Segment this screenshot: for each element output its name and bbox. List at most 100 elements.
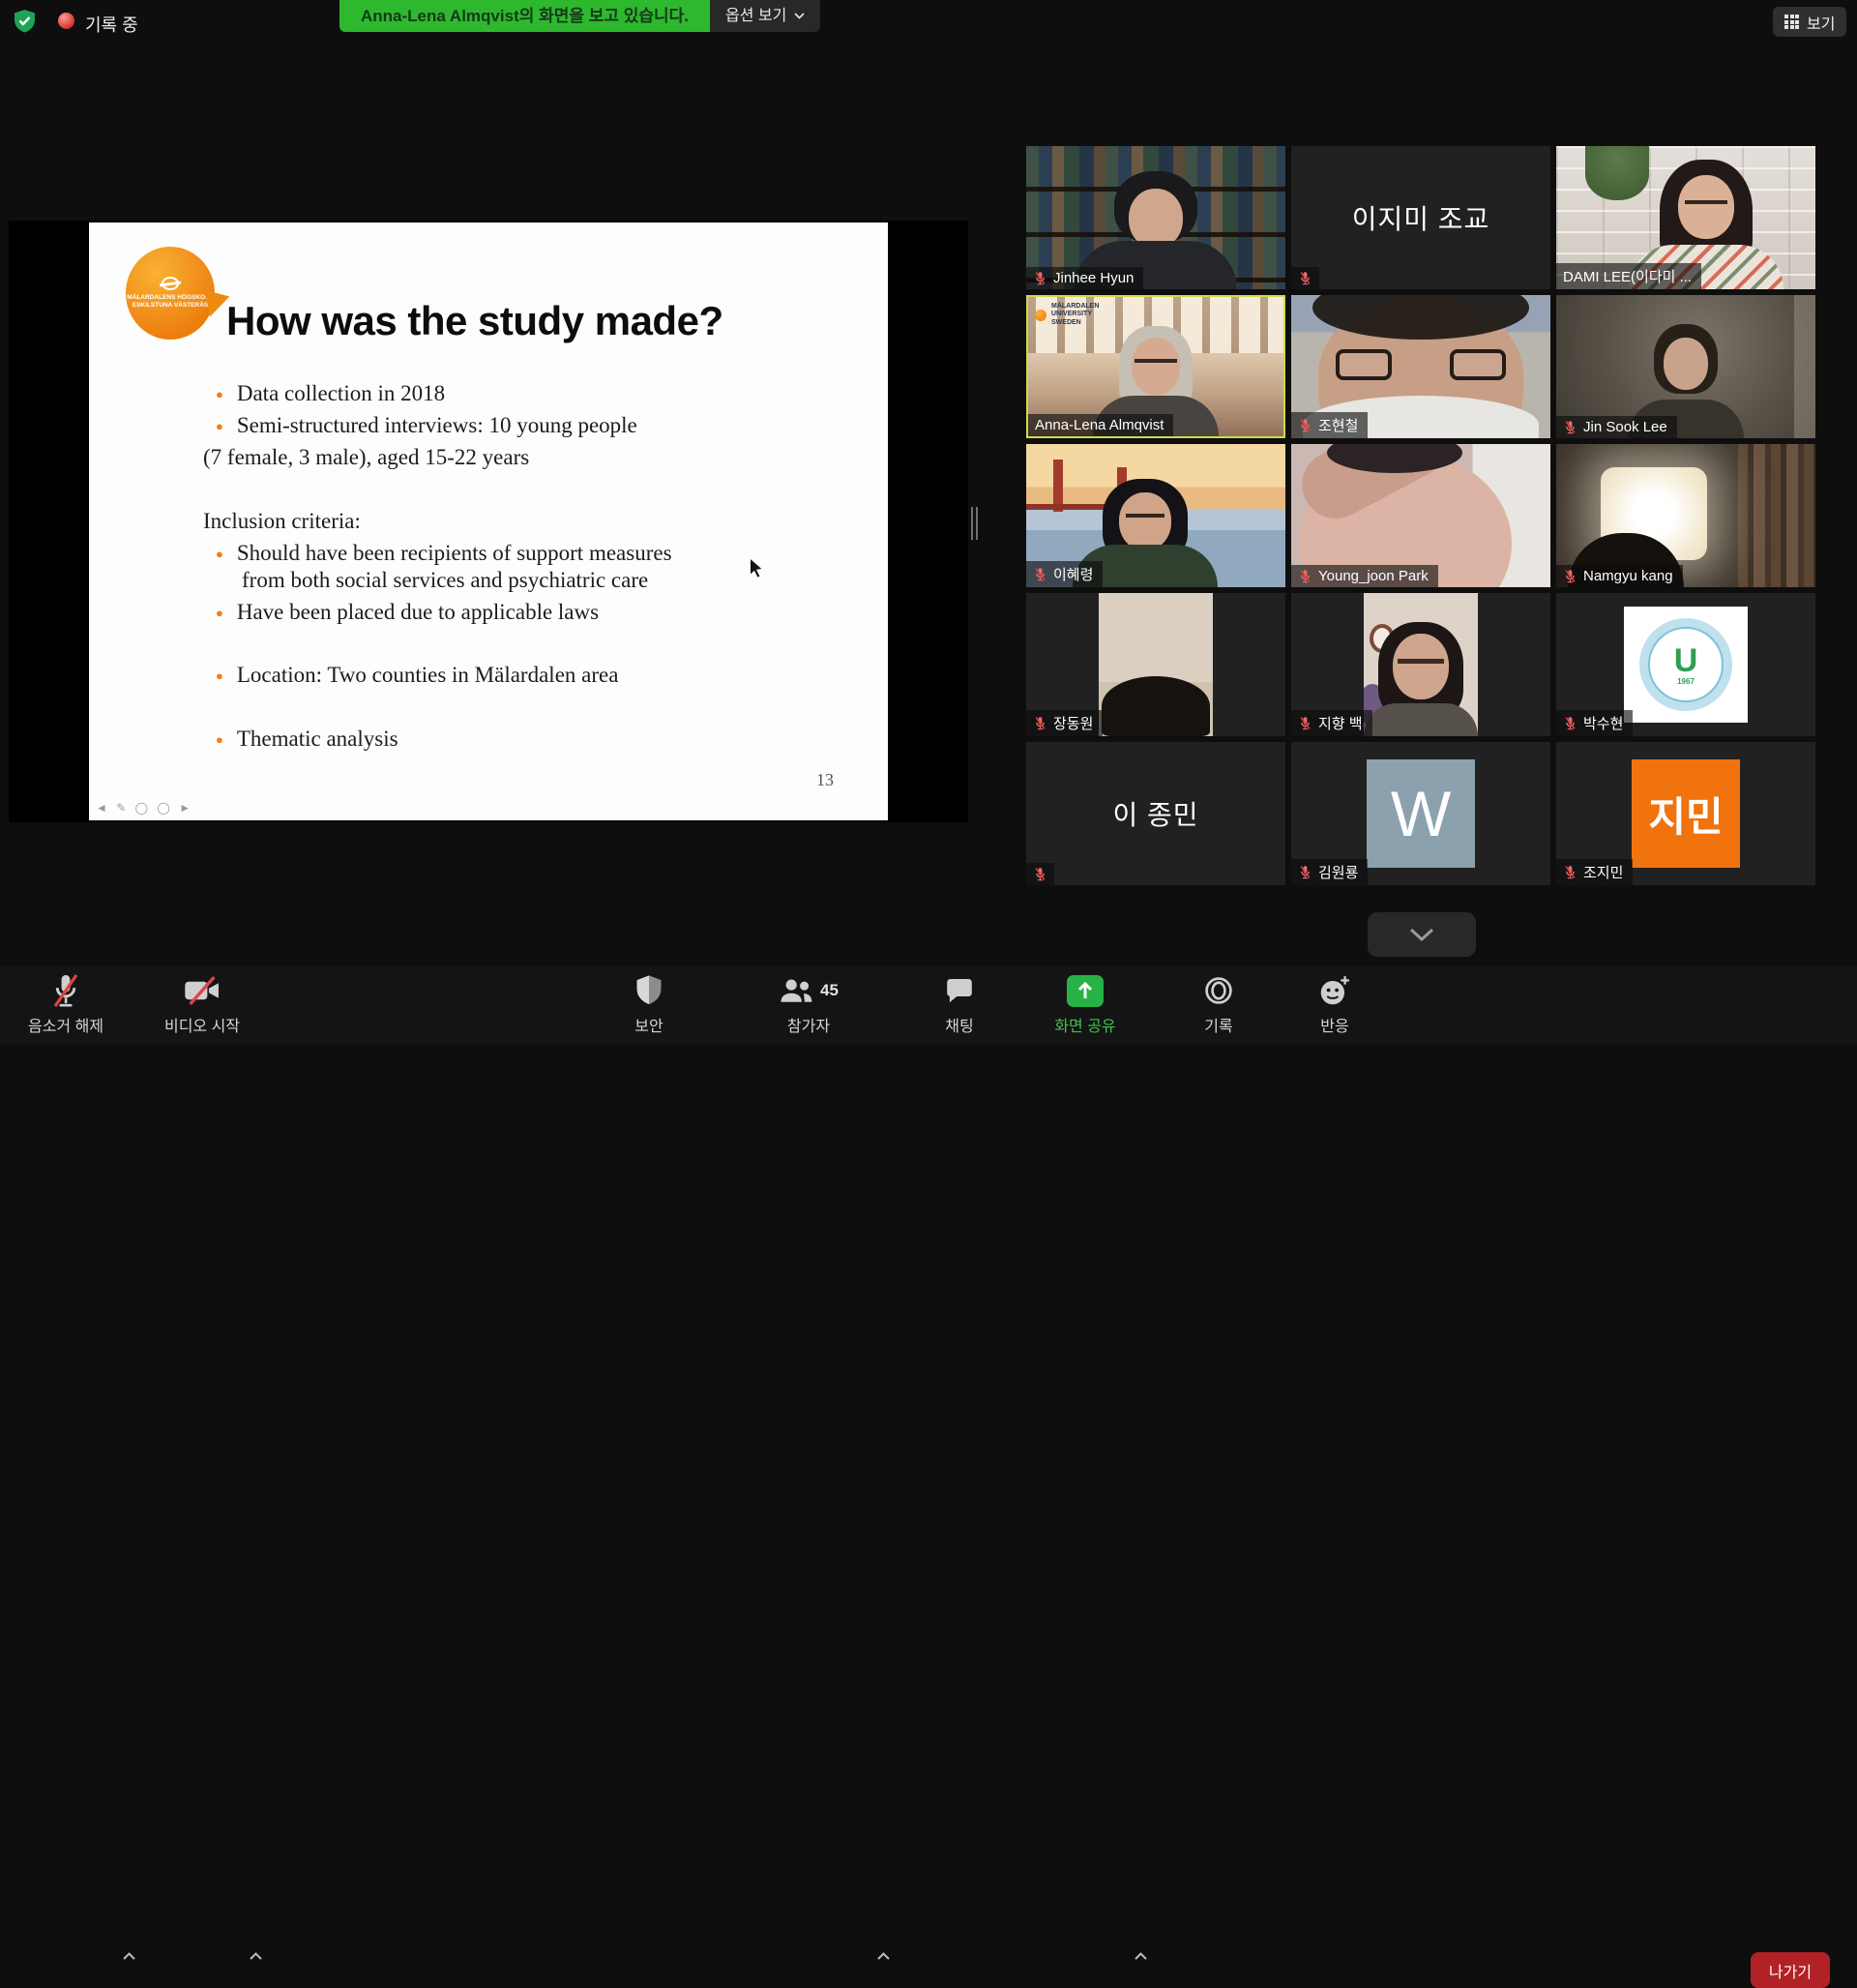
participant-nameplate: 지향 백 [1291, 710, 1372, 736]
muted-mic-icon [1033, 271, 1047, 285]
start-video-button[interactable]: 비디오 시작 [144, 971, 260, 1036]
slide-nav-controls: ◄ ✎ ◯ ◯ ► [96, 801, 193, 815]
participant-nameplate: 조지민 [1556, 859, 1633, 885]
participant-tile-jinhee-hyun[interactable]: Jinhee Hyun [1026, 146, 1285, 289]
university-watermark-text: MÄLARDALEN UNIVERSITY SWEDEN [1051, 303, 1119, 327]
muted-mic-icon [1563, 716, 1577, 730]
unmute-label: 음소거 해제 [28, 1013, 103, 1036]
participant-name: Anna-Lena Almqvist [1035, 417, 1164, 433]
share-screen-button[interactable]: 화면 공유 [1023, 971, 1147, 1036]
muted-mic-icon [1298, 418, 1312, 432]
security-button[interactable]: 보안 [591, 971, 707, 1036]
participant-tile-jangdongwon[interactable]: 장동원 [1026, 593, 1285, 736]
share-screen-icon [1067, 971, 1104, 1010]
record-button[interactable]: 기록 [1161, 971, 1277, 1036]
participant-nameplate: Jin Sook Lee [1556, 416, 1677, 438]
plant-decor [1585, 146, 1649, 200]
participant-name: Jinhee Hyun [1053, 270, 1134, 286]
participant-tile-leejongmin[interactable]: 이 종민 [1026, 742, 1285, 885]
participant-nameplate: DAMI LEE(이다미 ... [1556, 263, 1701, 289]
slide-bullet: Data collection in 2018 [216, 381, 445, 406]
chat-bubble-icon [944, 971, 975, 1010]
logo-text-line1: MÄLARDALENS HÖGSKOLA [127, 294, 214, 302]
participant-name: 장동원 [1053, 713, 1093, 733]
unmute-button[interactable]: 음소거 해제 [8, 971, 124, 1036]
nav-circle-icon: ◯ [157, 801, 172, 815]
muted-mic-icon [1563, 420, 1577, 434]
participant-tile-jin-sook-lee[interactable]: Jin Sook Lee [1556, 295, 1815, 438]
muted-mic-icon [1033, 867, 1047, 881]
slide-bullet: Thematic analysis [216, 727, 398, 752]
participant-tile-anna-lena-active-speaker[interactable]: MÄLARDALEN UNIVERSITY SWEDEN Anna-Lena A… [1026, 295, 1285, 438]
association-logo: U 1967 [1639, 618, 1732, 711]
camera-off-icon [183, 971, 221, 1010]
reactions-button[interactable]: 반응 [1277, 971, 1393, 1036]
muted-mic-icon [1298, 271, 1312, 285]
nav-circle-icon: ◯ [135, 801, 151, 815]
shared-screen-area: MÄLARDALENS HÖGSKOLA ESKILSTUNA VÄSTERÅS… [9, 221, 968, 822]
participant-tile-johyunchul[interactable]: 조현철 [1291, 295, 1550, 438]
recording-indicator-icon [58, 13, 74, 29]
leave-meeting-button[interactable]: 나가기 [1751, 1952, 1830, 1988]
participant-tile-jihyangbaek[interactable]: 지향 백 [1291, 593, 1550, 736]
association-logo-letter: U [1674, 644, 1698, 677]
participant-avatar-text: 지민 [1632, 759, 1740, 868]
participants-button[interactable]: 45 참가자 [741, 971, 876, 1036]
security-shield-icon[interactable] [14, 9, 36, 39]
participant-nameplate: Jinhee Hyun [1026, 267, 1143, 289]
participant-nameplate [1291, 267, 1319, 289]
participant-name: 지향 백 [1318, 713, 1363, 733]
viewing-screen-banner: Anna-Lena Almqvist의 화면을 보고 있습니다. [339, 0, 710, 32]
participant-name: 이혜령 [1053, 564, 1093, 584]
grid-more-participants-button[interactable] [1368, 912, 1476, 957]
participant-tile-jojimin[interactable]: 지민 조지민 [1556, 742, 1815, 885]
muted-mic-icon [1298, 569, 1312, 583]
muted-mic-icon [1033, 567, 1047, 581]
chevron-down-icon [1409, 928, 1434, 941]
chat-button[interactable]: 채팅 [901, 971, 1017, 1036]
participant-nameplate: 박수현 [1556, 710, 1633, 736]
view-options-label: 옵션 보기 [725, 0, 786, 32]
next-slide-icon: ► [179, 801, 193, 815]
logo-text-line2: ESKILSTUNA VÄSTERÅS [133, 302, 209, 310]
muted-mic-icon [1298, 716, 1312, 730]
mic-options-chevron[interactable] [122, 1948, 136, 1966]
participant-name: DAMI LEE(이다미 ... [1563, 266, 1692, 286]
mic-muted-icon [48, 971, 83, 1010]
video-options-chevron[interactable] [249, 1948, 263, 1966]
participants-label: 참가자 [787, 1013, 830, 1036]
recording-label: 기록 중 [85, 12, 138, 37]
view-options-button[interactable]: 옵션 보기 [710, 0, 820, 32]
participant-nameplate: Young_joon Park [1291, 565, 1438, 587]
muted-mic-icon [1033, 716, 1047, 730]
participant-tile-dami-lee[interactable]: DAMI LEE(이다미 ... [1556, 146, 1815, 289]
participant-display-name: 이 종민 [1026, 742, 1285, 885]
participant-tile-namgyu-kang[interactable]: Namgyu kang [1556, 444, 1815, 587]
prev-slide-icon: ◄ [96, 801, 110, 815]
slide-bullet: Should have been recipients of support m… [216, 541, 672, 566]
participant-nameplate: Namgyu kang [1556, 565, 1683, 587]
participant-grid: Jinhee Hyun 이지미 조교 DAMI LEE(이다미 ... MÄLA… [1026, 146, 1815, 885]
view-layout-button[interactable]: 보기 [1773, 7, 1846, 37]
chevron-down-icon [794, 13, 805, 19]
meeting-toolbar: 음소거 해제 비디오 시작 보안 45 참가자 채팅 [0, 965, 1857, 1045]
muted-mic-icon [1298, 865, 1312, 879]
participants-options-chevron[interactable] [876, 1948, 891, 1966]
participant-tile-kimwonryong[interactable]: W 김원룡 [1291, 742, 1550, 885]
participant-tile-ljimi[interactable]: 이지미 조교 [1291, 146, 1550, 289]
share-options-chevron[interactable] [1134, 1948, 1148, 1966]
participant-display-name: 이지미 조교 [1291, 146, 1550, 289]
presentation-slide: MÄLARDALENS HÖGSKOLA ESKILSTUNA VÄSTERÅS… [89, 223, 888, 820]
association-logo-year: 1967 [1674, 677, 1698, 686]
participant-tile-lhyeryeong[interactable]: 이혜령 [1026, 444, 1285, 587]
security-label: 보안 [634, 1013, 663, 1036]
slide-title: How was the study made? [226, 298, 723, 344]
participant-name: Jin Sook Lee [1583, 419, 1667, 435]
participants-icon-row: 45 [779, 971, 839, 1010]
pen-icon: ✎ [116, 801, 129, 815]
participant-nameplate [1026, 863, 1054, 885]
top-bar: 기록 중 Anna-Lena Almqvist의 화면을 보고 있습니다. 옵션… [0, 0, 1857, 43]
participant-tile-young-joon-park[interactable]: Young_joon Park [1291, 444, 1550, 587]
panel-resize-handle[interactable] [971, 507, 978, 540]
participant-tile-parksuhyun[interactable]: U 1967 박수현 [1556, 593, 1815, 736]
